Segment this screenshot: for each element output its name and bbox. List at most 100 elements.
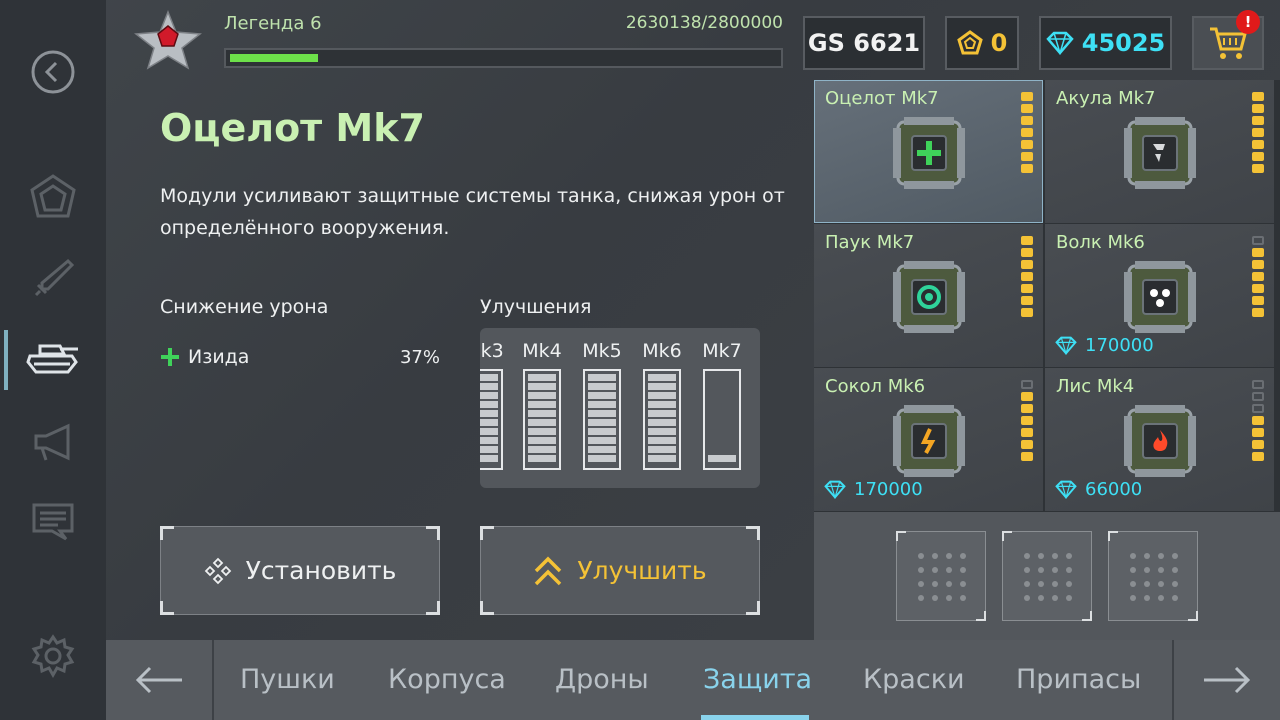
upgrade-column: Mk6 [636, 328, 688, 488]
upgrade-segment [480, 410, 498, 417]
upgrade-segment [480, 383, 498, 390]
upgrade-segment [708, 428, 736, 435]
upgrade-segment [480, 392, 498, 399]
level-pip [1021, 128, 1033, 137]
garage-button[interactable] [0, 156, 106, 236]
empty-slot[interactable] [1108, 531, 1198, 621]
tab-4[interactable]: Защита [703, 664, 812, 695]
level-pip [1021, 284, 1033, 293]
settings-button[interactable] [0, 616, 106, 696]
install-button[interactable]: Установить [160, 526, 440, 615]
shark-icon [1121, 114, 1199, 192]
empty-slot[interactable] [1002, 531, 1092, 621]
level-pip [1252, 308, 1264, 317]
level-pip [1252, 284, 1264, 293]
upgrade-segment [648, 419, 676, 426]
crystal-icon [1055, 336, 1077, 355]
tab-6[interactable]: Припасы [1016, 664, 1141, 695]
module-name: Волк Mk6 [1056, 232, 1145, 253]
tab-5[interactable]: Краски [863, 664, 965, 695]
module-card[interactable]: Акула Mk7 [1045, 80, 1274, 223]
upgrade-segment [588, 383, 616, 390]
upgrade-segment [708, 410, 736, 417]
crystal-icon [1046, 31, 1074, 55]
resistance-label: Снижение урона [160, 296, 329, 318]
upgrade-segment [588, 410, 616, 417]
upgrade-segment [708, 392, 736, 399]
upgrade-column-label: Mk6 [642, 340, 682, 362]
upgrade-column-label: Mk5 [582, 340, 622, 362]
upgrade-segment [648, 428, 676, 435]
level-pip [1252, 272, 1264, 281]
module-card[interactable]: Лис Mk4 66000 [1045, 368, 1274, 511]
empty-slot[interactable] [896, 531, 986, 621]
news-button[interactable] [0, 402, 106, 482]
upgrade-segment [648, 455, 676, 462]
chat-button[interactable] [0, 482, 106, 562]
module-card[interactable]: Оцелот Mk7 [814, 80, 1043, 223]
level-pip [1021, 164, 1033, 173]
module-name: Паук Mk7 [825, 232, 915, 253]
level-pip [1021, 140, 1033, 149]
level-pip [1252, 428, 1264, 437]
upgrade-segment [528, 428, 556, 435]
module-level-indicator [1021, 236, 1033, 317]
upgrade-column: Mk3 [480, 328, 510, 488]
wolf-icon [1121, 258, 1199, 336]
gold-box[interactable]: 0 [945, 16, 1019, 70]
module-level-indicator [1252, 92, 1264, 173]
tab-2[interactable]: Корпуса [388, 664, 506, 695]
module-card[interactable]: Паук Mk7 [814, 224, 1043, 367]
upgrade-segment [588, 419, 616, 426]
module-name: Акула Mk7 [1056, 88, 1156, 109]
active-tab-underline [701, 715, 809, 720]
module-name: Лис Mk4 [1056, 376, 1135, 397]
crystals-box[interactable]: 45025 [1039, 16, 1172, 70]
level-pip [1252, 164, 1264, 173]
upgrade-button[interactable]: Улучшить [480, 526, 760, 615]
garage-tank-button[interactable] [0, 320, 106, 400]
tabs-left-arrow-icon[interactable] [130, 660, 190, 700]
level-pip [1252, 116, 1264, 125]
item-title: Оцелот Mk7 [160, 106, 425, 150]
gear-score-box: GS 6621 [803, 16, 925, 70]
tank-icon [26, 344, 78, 374]
level-pip [1252, 260, 1264, 269]
falcon-icon [890, 402, 968, 480]
level-pip [1021, 380, 1033, 389]
level-pip [1021, 92, 1033, 101]
megaphone-icon [34, 423, 70, 461]
back-icon [31, 50, 75, 94]
plus-icon [161, 348, 179, 366]
tab-1[interactable]: Пушки [240, 664, 335, 695]
upgrade-label: Улучшить [577, 556, 707, 585]
upgrade-column: Mk7 [696, 328, 748, 488]
upgrade-segment [528, 437, 556, 444]
level-pip [1252, 236, 1264, 245]
tab-3[interactable]: Дроны [555, 664, 649, 695]
rank-name: Легенда 6 [224, 13, 322, 34]
upgrade-segment [708, 419, 736, 426]
crystal-icon [824, 480, 846, 499]
level-pip [1021, 416, 1033, 425]
tab-divider [212, 640, 214, 720]
fox-icon [1121, 402, 1199, 480]
level-pip [1252, 416, 1264, 425]
upgrade-segment [648, 392, 676, 399]
module-price: 66000 [1055, 479, 1142, 500]
upgrade-segment [588, 374, 616, 381]
module-level-indicator [1252, 380, 1264, 461]
weapons-button[interactable] [0, 238, 106, 318]
upgrades-panel[interactable]: Mk3 Mk4 Mk5 Mk6 Mk7 [480, 328, 760, 488]
category-tabs: Пушки Корпуса Дроны Защита Краски Припасы [106, 640, 1280, 720]
back-button[interactable] [0, 32, 106, 112]
upgrade-segment [528, 401, 556, 408]
tabs-right-arrow-icon[interactable] [1196, 660, 1256, 700]
upgrade-segment [480, 437, 498, 444]
upgrade-progress-bar [643, 369, 681, 470]
slot-grid-icon [1130, 553, 1178, 601]
tab-divider [1172, 640, 1174, 720]
sword-icon [34, 258, 75, 297]
module-card[interactable]: Волк Mk6 170000 [1045, 224, 1274, 367]
module-card[interactable]: Сокол Mk6 170000 [814, 368, 1043, 511]
